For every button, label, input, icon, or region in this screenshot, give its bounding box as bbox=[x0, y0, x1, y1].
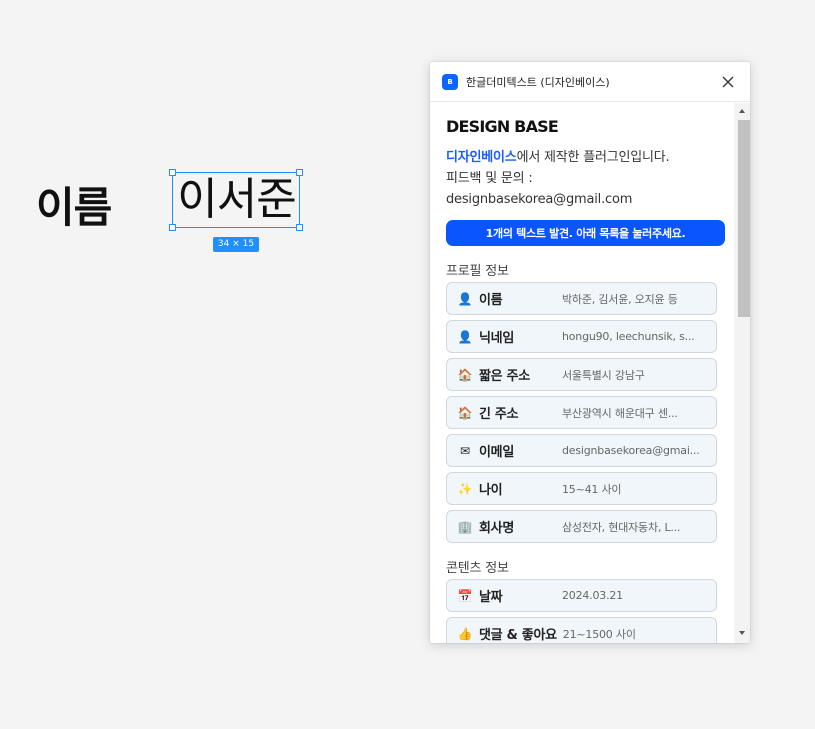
brand-link[interactable]: 디자인베이스 bbox=[446, 150, 517, 165]
list-item-label: 짧은 주소 bbox=[479, 369, 530, 384]
list-item-label: 댓글 & 좋아요 bbox=[479, 628, 557, 643]
description-text: 에서 제작한 플러그인입니다. bbox=[516, 150, 670, 165]
list-item-label: 날짜 bbox=[479, 590, 503, 605]
content-list: 📅 날짜 2024.03.21 👍 댓글 & 좋아요 21~1500 사이 bbox=[446, 579, 718, 643]
list-item-nickname[interactable]: 👤 닉네임 hongu90, leechunsik, s... bbox=[446, 320, 717, 353]
section-title-profile: 프로필 정보 bbox=[446, 264, 509, 279]
scrollbar-thumb[interactable] bbox=[738, 120, 750, 317]
nickname-icon: 👤 bbox=[457, 329, 473, 344]
list-item-label: 이름 bbox=[479, 293, 503, 308]
envelope-icon: ✉ bbox=[459, 443, 471, 458]
building-icon: 🏢 bbox=[457, 519, 473, 534]
canvas-label-text: 이름 bbox=[36, 183, 112, 232]
resize-handle-top-left[interactable] bbox=[169, 169, 176, 176]
list-item-label: 긴 주소 bbox=[479, 407, 519, 422]
feedback-label: 피드백 및 문의 : bbox=[446, 171, 533, 186]
size-badge: 34 × 15 bbox=[213, 237, 259, 252]
scroll-up-arrow-icon bbox=[739, 109, 745, 113]
contact-email: designbasekorea@gmail.com bbox=[446, 192, 633, 207]
list-item-value: 삼성전자, 현대자동차, L... bbox=[562, 520, 681, 534]
plugin-description: 디자인베이스에서 제작한 플러그인입니다. 피드백 및 문의 : designb… bbox=[446, 147, 718, 210]
list-item-name[interactable]: 👤 이름 박하준, 김서윤, 오지윤 등 bbox=[446, 282, 717, 315]
designbase-logo: DESIGN BASE bbox=[446, 117, 559, 136]
scroll-down-button[interactable] bbox=[734, 625, 750, 641]
close-button[interactable] bbox=[718, 72, 738, 92]
list-item-value: hongu90, leechunsik, s... bbox=[562, 330, 695, 343]
person-icon: 👤 bbox=[457, 291, 473, 306]
plugin-window: B 한글더미텍스트 (디자인베이스) DESIGN BASE 디자인베이스에서 … bbox=[430, 62, 750, 643]
house-icon: 🏠 bbox=[457, 405, 473, 420]
sparkle-icon: ✨ bbox=[457, 481, 473, 496]
list-item-value: designbasekorea@gmai... bbox=[562, 444, 700, 457]
plugin-title: 한글더미텍스트 (디자인베이스) bbox=[466, 75, 610, 89]
list-item-value: 21~1500 사이 bbox=[562, 627, 636, 641]
thumbs-up-icon: 👍 bbox=[457, 626, 473, 641]
plugin-content: DESIGN BASE 디자인베이스에서 제작한 플러그인입니다. 피드백 및 … bbox=[430, 103, 734, 643]
list-item-value: 부산광역시 해운대구 센... bbox=[562, 406, 678, 420]
resize-handle-bottom-right[interactable] bbox=[296, 224, 303, 231]
list-item-company[interactable]: 🏢 회사명 삼성전자, 현대자동차, L... bbox=[446, 510, 717, 543]
resize-handle-bottom-left[interactable] bbox=[169, 224, 176, 231]
house-icon: 🏠 bbox=[457, 367, 473, 382]
list-item-label: 회사명 bbox=[479, 521, 514, 536]
scroll-down-arrow-icon bbox=[739, 631, 745, 635]
list-item-label: 나이 bbox=[479, 483, 503, 498]
profile-list: 👤 이름 박하준, 김서윤, 오지윤 등 👤 닉네임 hongu90, leec… bbox=[446, 282, 718, 543]
list-item-long-address[interactable]: 🏠 긴 주소 부산광역시 해운대구 센... bbox=[446, 396, 717, 429]
list-item-value: 서울특별시 강남구 bbox=[562, 368, 645, 382]
found-text-banner[interactable]: 1개의 텍스트 발견. 아래 목록을 눌러주세요. bbox=[446, 220, 725, 246]
section-title-content: 콘텐츠 정보 bbox=[446, 561, 509, 576]
list-item-value: 2024.03.21 bbox=[562, 589, 623, 602]
list-item-label: 닉네임 bbox=[479, 331, 514, 346]
close-icon bbox=[722, 76, 734, 87]
scrollbar[interactable] bbox=[734, 103, 750, 643]
list-item-comments-likes[interactable]: 👍 댓글 & 좋아요 21~1500 사이 bbox=[446, 617, 717, 643]
scroll-up-button[interactable] bbox=[734, 103, 750, 119]
list-item-email[interactable]: ✉ 이메일 designbasekorea@gmai... bbox=[446, 434, 717, 467]
list-item-date[interactable]: 📅 날짜 2024.03.21 bbox=[446, 579, 717, 612]
list-item-value: 15~41 사이 bbox=[562, 482, 622, 496]
selection-box[interactable] bbox=[169, 169, 303, 231]
resize-handle-top-right[interactable] bbox=[296, 169, 303, 176]
calendar-icon: 📅 bbox=[457, 588, 473, 603]
list-item-age[interactable]: ✨ 나이 15~41 사이 bbox=[446, 472, 717, 505]
plugin-app-icon: B bbox=[442, 73, 458, 90]
list-item-short-address[interactable]: 🏠 짧은 주소 서울특별시 강남구 bbox=[446, 358, 717, 391]
list-item-value: 박하준, 김서윤, 오지윤 등 bbox=[562, 292, 678, 306]
list-item-label: 이메일 bbox=[479, 445, 514, 460]
plugin-titlebar: B 한글더미텍스트 (디자인베이스) bbox=[430, 62, 750, 102]
